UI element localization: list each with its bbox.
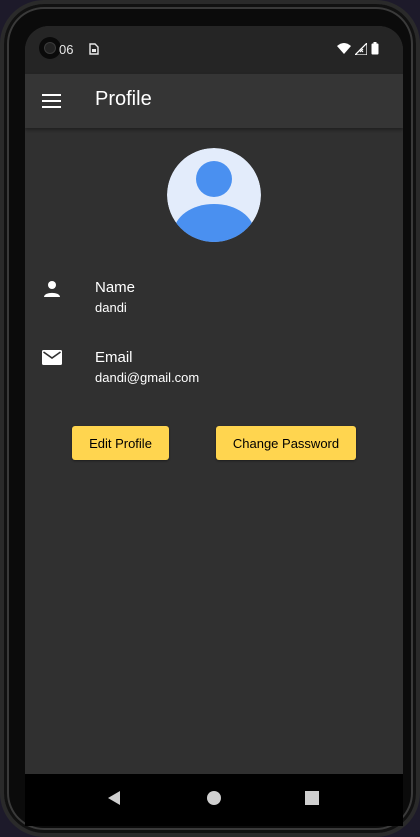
app-bar: Profile — [25, 74, 403, 128]
mail-icon — [41, 347, 63, 369]
default-avatar-icon — [167, 148, 261, 242]
name-label: Name — [95, 279, 136, 296]
status-icons — [337, 41, 379, 60]
person-icon — [41, 278, 63, 300]
back-icon[interactable] — [107, 790, 121, 811]
menu-icon[interactable] — [42, 91, 62, 111]
signal-icon — [353, 41, 368, 60]
battery-icon — [371, 42, 379, 60]
email-value: dandi@gmail.com — [95, 370, 200, 385]
phone-frame: 06 Profile Name dandi Email dandi@gmail.… — [0, 0, 420, 837]
name-value: dandi — [95, 300, 127, 315]
status-bar: 06 — [25, 26, 403, 74]
front-camera — [39, 37, 61, 59]
system-nav-bar — [25, 774, 403, 826]
home-icon[interactable] — [206, 790, 222, 811]
status-time: 06 — [59, 42, 74, 57]
recents-icon[interactable] — [305, 791, 319, 810]
wifi-icon — [337, 42, 351, 60]
page-title: Profile — [95, 88, 152, 110]
change-password-button[interactable]: Change Password — [216, 426, 356, 460]
edit-profile-button[interactable]: Edit Profile — [72, 426, 169, 460]
email-label: Email — [95, 349, 133, 366]
screen: 06 Profile Name dandi Email dandi@gmail.… — [25, 26, 403, 826]
sim-card-icon — [89, 42, 99, 60]
